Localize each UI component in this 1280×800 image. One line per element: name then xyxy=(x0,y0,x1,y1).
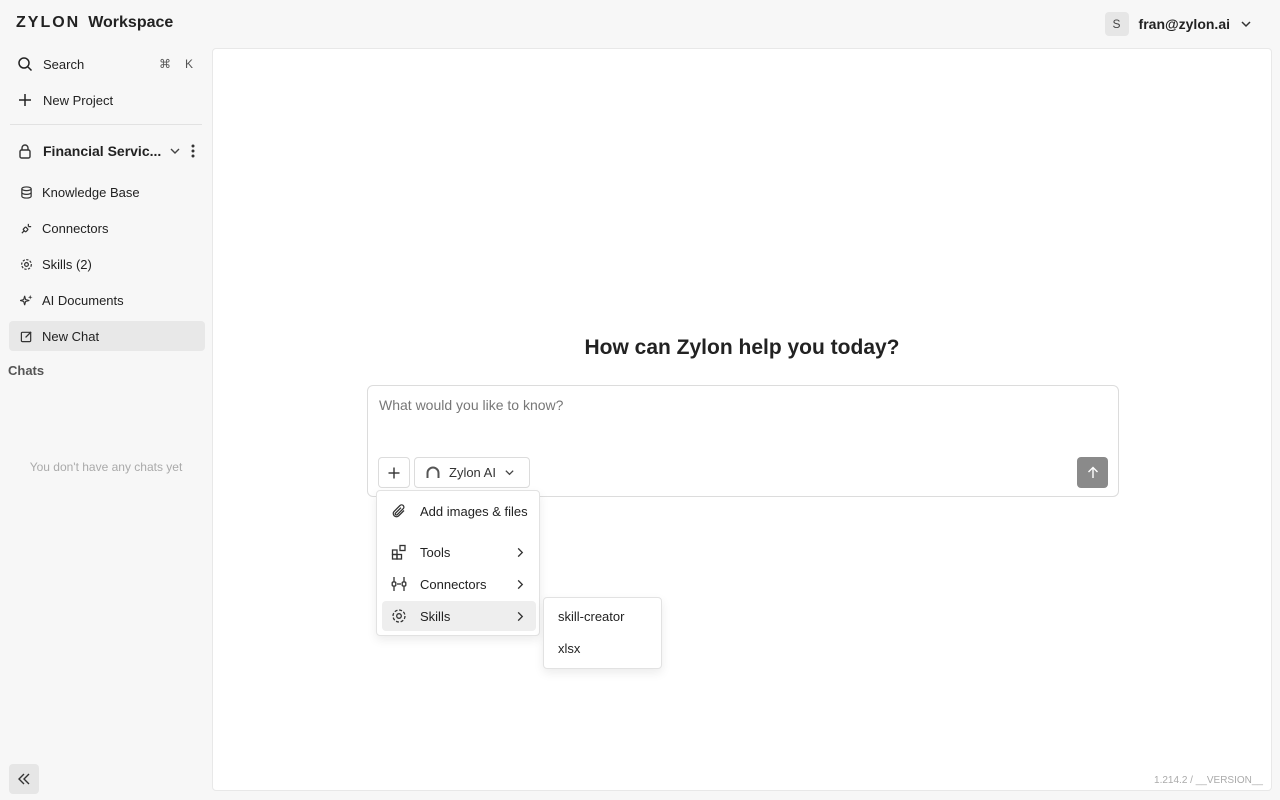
menu-item-tools[interactable]: Tools xyxy=(382,537,536,567)
chevrons-left-icon xyxy=(18,773,30,785)
chevron-right-icon xyxy=(517,579,524,589)
page-title: How can Zylon help you today? xyxy=(584,336,900,359)
search-button[interactable]: Search ⌘ K xyxy=(9,49,205,79)
shortcut-key: K xyxy=(184,57,193,71)
app-logo: ZYLON Workspace xyxy=(16,14,173,32)
edit-icon xyxy=(19,329,33,343)
chevron-down-icon[interactable] xyxy=(169,145,181,157)
skills-submenu: skill-creator xlsx xyxy=(543,597,662,669)
chat-composer: What would you like to know? Zylon AI xyxy=(367,385,1119,497)
plug-icon xyxy=(19,221,33,235)
collapse-sidebar-button[interactable] xyxy=(9,764,39,794)
sidebar-item-new-chat[interactable]: New Chat xyxy=(9,321,205,351)
sidebar-item-skills[interactable]: Skills (2) xyxy=(9,249,205,279)
plug-icon xyxy=(391,577,407,591)
brand-name: ZYLON xyxy=(16,14,81,31)
arrow-up-icon xyxy=(1087,466,1098,478)
version-label: 1.214.2 / __VERSION__ xyxy=(1154,775,1263,786)
sidebar-item-ai-documents[interactable]: AI Documents xyxy=(9,285,205,315)
menu-item-label: Add images & files xyxy=(420,503,528,519)
submenu-item-skill-creator[interactable]: skill-creator xyxy=(558,609,624,624)
new-project-button[interactable]: New Project xyxy=(9,85,205,115)
sidebar-item-label: Knowledge Base xyxy=(42,184,140,200)
paperclip-icon xyxy=(392,504,405,518)
menu-item-add-files[interactable]: Add images & files xyxy=(382,496,536,526)
divider xyxy=(10,124,202,125)
gear-icon xyxy=(19,257,33,271)
gear-icon xyxy=(392,609,406,623)
lock-icon xyxy=(17,143,33,159)
search-icon xyxy=(17,56,33,72)
workspace-label: Workspace xyxy=(88,14,174,31)
menu-item-label: Connectors xyxy=(420,576,487,592)
empty-chats-message: You don't have any chats yet xyxy=(29,460,183,474)
chat-input[interactable]: What would you like to know? xyxy=(379,397,563,413)
model-label: Zylon AI xyxy=(449,465,496,480)
new-project-label: New Project xyxy=(43,92,114,108)
project-actions xyxy=(169,144,195,158)
blocks-icon xyxy=(391,544,406,560)
sidebar-item-label: Connectors xyxy=(42,220,109,236)
model-icon xyxy=(426,466,440,478)
add-menu: Add images & files Tools Connectors Skil… xyxy=(376,490,540,636)
plus-icon xyxy=(17,92,33,108)
submenu-item-xlsx[interactable]: xlsx xyxy=(558,641,580,656)
menu-item-label: Skills xyxy=(420,608,451,624)
avatar: S xyxy=(1104,12,1129,36)
database-icon xyxy=(19,185,33,199)
sidebar-item-label: AI Documents xyxy=(42,292,124,308)
menu-item-label: Tools xyxy=(420,544,451,560)
sidebar-item-connectors[interactable]: Connectors xyxy=(9,213,205,243)
sidebar-item-knowledge-base[interactable]: Knowledge Base xyxy=(9,177,205,207)
project-name: Financial Servic... xyxy=(43,143,162,159)
add-attachment-button[interactable] xyxy=(378,457,410,488)
menu-item-connectors[interactable]: Connectors xyxy=(382,569,536,599)
main-panel: How can Zylon help you today? What would… xyxy=(212,48,1272,791)
search-label: Search xyxy=(43,56,85,72)
sidebar: Search ⌘ K New Project Financial Servic.… xyxy=(0,48,212,800)
chevron-down-icon xyxy=(505,470,514,476)
sidebar-item-label: Skills (2) xyxy=(42,256,92,272)
sidebar-item-label: New Chat xyxy=(42,328,100,344)
chats-heading: Chats xyxy=(8,363,45,378)
user-menu[interactable]: S fran@zylon.ai xyxy=(1104,12,1252,36)
chevron-right-icon xyxy=(517,547,524,557)
plus-icon xyxy=(388,467,400,478)
send-button[interactable] xyxy=(1077,457,1108,488)
user-email: fran@zylon.ai xyxy=(1138,16,1230,32)
chevron-down-icon xyxy=(1241,21,1251,28)
sparkles-icon xyxy=(19,293,33,307)
project-selector[interactable]: Financial Servic... xyxy=(9,136,205,166)
more-vertical-icon[interactable] xyxy=(191,144,195,158)
menu-item-skills[interactable]: Skills xyxy=(382,601,536,631)
shortcut-cmd: ⌘ xyxy=(158,57,171,71)
search-shortcut: ⌘ K xyxy=(159,57,193,71)
chevron-right-icon xyxy=(517,611,524,621)
model-selector[interactable]: Zylon AI xyxy=(414,457,530,488)
